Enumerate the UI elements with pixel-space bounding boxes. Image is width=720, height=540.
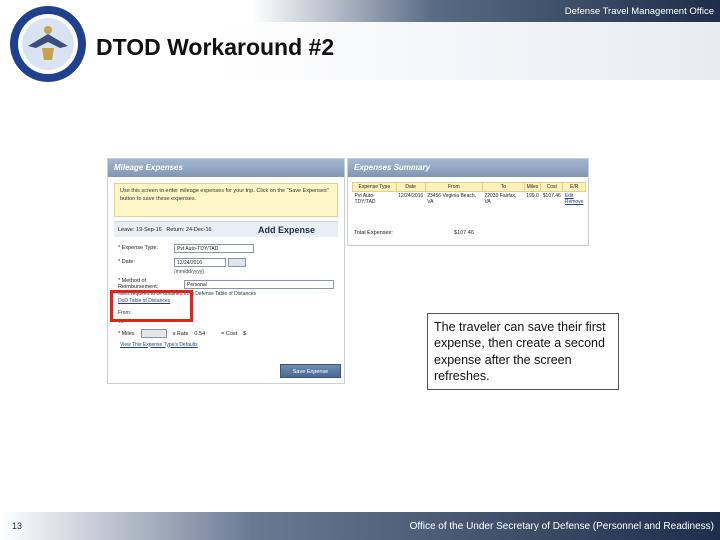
org-name: Defense Travel Management Office [564, 6, 714, 17]
trip-dates-bar: Leave: 19-Sep-16 Return: 24-Dec-16 Add E… [114, 221, 338, 237]
callout-note: The traveler can save their first expens… [427, 313, 619, 390]
expense-type-label: * Expense Type: [118, 245, 158, 251]
cost-label: = Cost [221, 330, 238, 337]
return-date: Return: 24-Dec-16 [166, 226, 212, 233]
mileage-expenses-panel: Mileage Expenses Use this screen to ente… [107, 158, 345, 384]
add-expense-heading: Add Expense [258, 224, 316, 235]
reimbursement-row: * Method of Reimbursement: Personal [118, 277, 344, 291]
row-miles: 199.0 [526, 193, 539, 199]
miles-row: * Miles x Rate 0.54 = Cost $ [118, 326, 344, 342]
row-actions: Edit Remove [563, 192, 586, 226]
reimbursement-select[interactable]: Personal [184, 279, 334, 289]
save-expense-button[interactable]: Save Expense [280, 364, 341, 378]
col-expense-type: Expense Type [352, 182, 397, 192]
page-title: DTOD Workaround #2 [96, 34, 335, 60]
col-er: E/R [562, 182, 586, 192]
col-to: To [481, 182, 525, 192]
summary-table: Expense Type Date From To Miles Cost E/R… [352, 182, 586, 226]
date-input[interactable]: 12/24/2016 [174, 257, 226, 267]
col-miles: Miles [523, 182, 542, 192]
rate-label: x Rate [172, 330, 189, 337]
summary-header-row: Expense Type Date From To Miles Cost E/R [352, 182, 586, 192]
row-from: 23456 Virginia Beach, VA [427, 193, 477, 205]
footer-text: Office of the Under Secretary of Defense… [409, 521, 714, 532]
dod-link-highlight [110, 290, 193, 322]
col-date: Date [395, 182, 426, 192]
total-value: $107.46 [454, 229, 474, 236]
table-row: Pvt Auto-TDY/TAD 12/24/2016 23456 Virgin… [353, 192, 586, 226]
mileage-panel-heading: Mileage Expenses [108, 159, 344, 177]
expense-type-select[interactable]: Pvt Auto-TDY/TAD [174, 243, 254, 253]
date-format-hint: (mm/dd/yyyy) [174, 269, 204, 275]
col-cost: Cost [540, 182, 564, 192]
slide: Defense Travel Management Office DTOD Wo… [0, 0, 720, 540]
total-label: Total Expenses: [354, 229, 393, 236]
date-row: * Date: 12/24/2016 [118, 255, 344, 269]
view-defaults-link[interactable]: View This Expense Type's Defaults [120, 342, 344, 348]
instruction-notice: Use this screen to enter mileage expense… [114, 183, 338, 217]
trip-dates: Leave: 19-Sep-16 Return: 24-Dec-16 [118, 227, 258, 233]
col-from: From [424, 182, 483, 192]
remove-link[interactable]: Remove [565, 199, 584, 205]
expense-type-row: * Expense Type: Pvt Auto-TDY/TAD [118, 241, 344, 255]
date-label: * Date: [118, 259, 135, 265]
miles-label: * Miles [118, 330, 135, 337]
miles-input[interactable] [140, 329, 167, 338]
page-number: 13 [12, 521, 23, 531]
row-date: 12/24/2016 [398, 193, 424, 199]
header-band: Defense Travel Management Office [0, 0, 720, 22]
expenses-summary-panel: Expenses Summary Expense Type Date From … [347, 158, 589, 246]
cost-value: $ [243, 330, 247, 337]
summary-panel-heading: Expenses Summary [348, 159, 588, 177]
total-expenses-row: Total Expenses: $107.46 [354, 230, 588, 236]
row-type: Pvt Auto-TDY/TAD [354, 193, 376, 205]
dod-seal-logo [10, 6, 86, 82]
row-to: 22030 Fairfax, VA [484, 193, 517, 205]
rate-value: 0.54 [194, 330, 206, 337]
row-cost: $107.46 [542, 193, 561, 199]
leave-date: Leave: 19-Sep-16 [118, 226, 162, 233]
reimbursement-label: * Method of Reimbursement: [118, 278, 159, 290]
calendar-button[interactable] [228, 257, 246, 267]
